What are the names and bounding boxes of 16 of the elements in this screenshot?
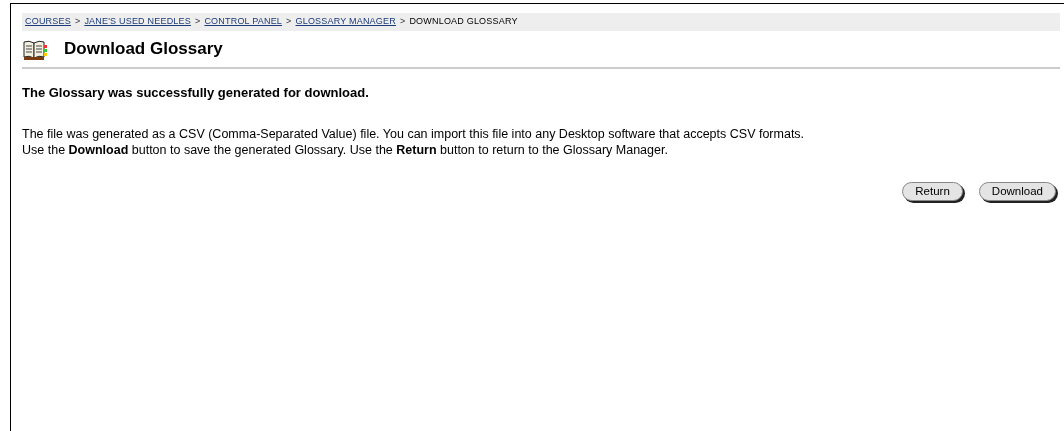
instruction-text: Use the Download button to save the generated Glossary. Use the Return button to return to the Glossary Manager.: [22, 142, 669, 158]
success-message: The Glossary was successfully generated for download.: [22, 83, 370, 102]
breadcrumb-separator: >: [74, 16, 81, 26]
page-title: Download Glossary: [64, 39, 223, 60]
breadcrumb-link[interactable]: JANE'S USED NEEDLES: [84, 16, 191, 26]
breadcrumb-link[interactable]: COURSES: [25, 16, 71, 26]
breadcrumb-separator: >: [286, 16, 292, 26]
breadcrumb-separator: >: [194, 16, 201, 26]
breadcrumb-link[interactable]: GLOSSARY MANAGER: [295, 16, 396, 26]
action-button[interactable]: Return: [902, 182, 963, 201]
instruction-text: The file was generated as a CSV (Comma-Separated Value) file. You can import this file into any Desktop software that accepts CSV formats.: [22, 126, 806, 142]
breadcrumb-separator: >: [399, 16, 406, 26]
book-icon: [22, 38, 48, 61]
breadcrumb-link[interactable]: CONTROL PANEL: [204, 16, 283, 26]
breadcrumb-current: DOWNLOAD GLOSSARY: [409, 16, 518, 26]
action-button[interactable]: Download: [978, 182, 1056, 201]
